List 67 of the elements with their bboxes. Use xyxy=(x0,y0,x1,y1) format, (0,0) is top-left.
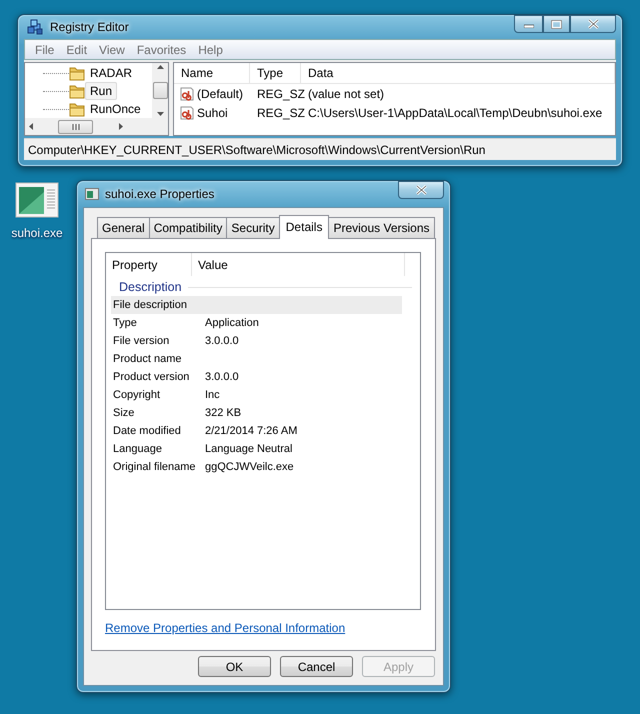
tab[interactable]: Security xyxy=(226,217,280,238)
property-value: 2/21/2014 7:26 AM xyxy=(205,425,298,437)
property-value: Application xyxy=(205,317,259,329)
column-header[interactable]: Data xyxy=(301,63,615,84)
menu-item[interactable]: View xyxy=(93,42,131,57)
tab[interactable]: Compatibility xyxy=(148,217,228,238)
tab[interactable]: General xyxy=(97,217,150,238)
value-name: (Default) xyxy=(197,86,244,101)
close-icon xyxy=(416,185,426,195)
property-name: Size xyxy=(112,407,136,419)
tab[interactable]: Details xyxy=(278,215,330,239)
property-name: Date modified xyxy=(112,425,182,437)
string-value-icon xyxy=(179,86,195,102)
property-value: ggQCJWVeilc.exe xyxy=(205,461,294,473)
column-header[interactable]: Value xyxy=(192,253,405,276)
property-value: Language Neutral xyxy=(205,443,292,455)
property-value: 3.0.0.0 xyxy=(205,335,239,347)
close-icon xyxy=(588,19,598,29)
window-title: Registry Editor xyxy=(50,20,129,34)
property-name: Product version xyxy=(112,371,190,383)
property-name: Language xyxy=(112,443,163,455)
close-button[interactable] xyxy=(398,181,444,199)
remove-properties-link[interactable]: Remove Properties and Personal Information xyxy=(105,621,346,635)
dialog-title: suhoi.exe Properties xyxy=(105,187,214,201)
minimize-button[interactable] xyxy=(514,15,543,33)
grip-icon xyxy=(72,124,80,130)
tree-item[interactable]: RunOnce xyxy=(85,100,146,118)
column-header[interactable]: Name xyxy=(174,63,250,84)
property-value: Inc xyxy=(205,389,220,401)
folder-icon xyxy=(69,65,85,82)
value-name: Suhoi xyxy=(197,106,228,120)
property-value: 3.0.0.0 xyxy=(205,371,239,383)
dialog-button[interactable]: Cancel xyxy=(280,656,353,677)
folder-icon xyxy=(69,101,85,118)
menu-item[interactable]: Favorites xyxy=(130,42,192,57)
registry-cubes-icon xyxy=(26,19,44,36)
property-name: Original filename xyxy=(112,461,197,473)
group-header: Description xyxy=(119,280,182,294)
scroll-up-icon xyxy=(156,65,164,70)
tree-item[interactable]: Run xyxy=(85,82,118,100)
status-bar: Computer\HKEY_CURRENT_USER\Software\Microsoft\Windows\CurrentVersion\Run xyxy=(24,138,616,160)
property-name: File description xyxy=(112,299,188,311)
dialog-button[interactable]: OK xyxy=(198,656,271,677)
desktop-icon-label[interactable]: suhoi.exe xyxy=(11,226,63,240)
property-name: Product name xyxy=(112,353,182,365)
tree-item[interactable]: RADAR xyxy=(85,64,138,82)
vertical-scrollbar[interactable] xyxy=(152,63,168,118)
menu-item[interactable]: Edit xyxy=(60,42,94,57)
scroll-left-icon xyxy=(29,123,33,130)
horizontal-scrollbar[interactable] xyxy=(25,118,168,136)
folder-icon xyxy=(69,83,85,100)
tab[interactable]: Previous Versions xyxy=(328,217,434,238)
property-name: Copyright xyxy=(112,389,162,401)
property-name: File version xyxy=(112,335,170,347)
property-name: Type xyxy=(112,317,138,329)
window-icon xyxy=(85,188,99,200)
column-header[interactable]: Property xyxy=(106,253,192,276)
property-value: 322 KB xyxy=(205,407,242,419)
scroll-right-icon xyxy=(118,123,123,130)
maximize-button[interactable] xyxy=(543,15,570,33)
close-button[interactable] xyxy=(570,15,616,33)
menu-item[interactable]: File xyxy=(29,42,60,57)
column-header[interactable]: Type xyxy=(250,63,301,84)
string-value-icon xyxy=(179,104,195,121)
executable-file-icon xyxy=(15,182,59,218)
menu-item[interactable]: Help xyxy=(192,42,229,57)
maximize-icon xyxy=(551,20,562,28)
